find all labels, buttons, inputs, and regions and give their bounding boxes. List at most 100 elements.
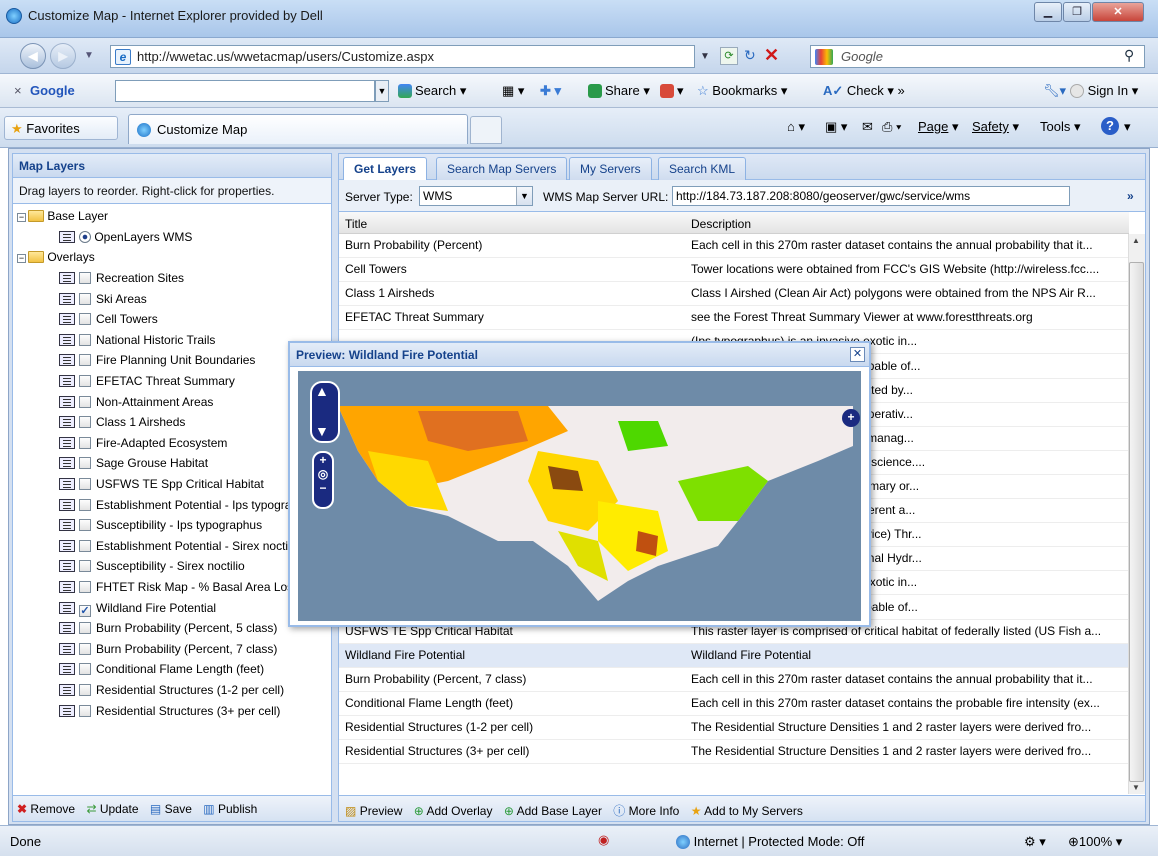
table-row[interactable]: Residential Structures (3+ per cell) The …: [339, 740, 1129, 765]
overlay-item[interactable]: Ski Areas: [59, 289, 147, 309]
remove-button[interactable]: ✖ Remove: [17, 802, 75, 816]
print-icon[interactable]: ⎙ ▾: [882, 119, 901, 135]
back-button[interactable]: ◀: [20, 43, 46, 69]
check-button[interactable]: A✓ Check ▾ »: [823, 83, 905, 99]
base-layer-radio[interactable]: [79, 231, 91, 243]
overlay-item[interactable]: Fire Planning Unit Boundaries: [59, 350, 255, 370]
overlay-item[interactable]: FHTET Risk Map - % Basal Area Loss: [59, 577, 299, 597]
history-dropdown-icon[interactable]: ▼: [84, 50, 94, 61]
close-toolbar-icon[interactable]: ×: [14, 83, 22, 98]
plus-icon[interactable]: ✚ ▾: [540, 83, 561, 99]
sign-in-button[interactable]: Sign In ▾: [1070, 83, 1138, 99]
bookmarks-button[interactable]: ☆ Bookmarks ▾: [697, 83, 787, 99]
tab-my-servers[interactable]: My Servers: [569, 157, 652, 180]
overlay-item[interactable]: Cell Towers: [59, 309, 158, 329]
close-icon[interactable]: ✕: [850, 347, 865, 362]
base-layer-folder[interactable]: − Base Layer: [17, 206, 108, 226]
pan-up-icon[interactable]: ▲: [315, 383, 329, 399]
compat-view-icon[interactable]: ⟳: [720, 47, 738, 65]
zoom-control[interactable]: + ◎ −: [312, 451, 334, 509]
overlay-item[interactable]: EFETAC Threat Summary: [59, 371, 235, 391]
collapse-icon[interactable]: −: [17, 254, 26, 263]
overlay-checkbox[interactable]: ✓: [79, 604, 91, 617]
table-row[interactable]: Burn Probability (Percent) Each cell in t…: [339, 234, 1129, 258]
overlay-checkbox[interactable]: [79, 457, 91, 470]
table-row[interactable]: Residential Structures (1-2 per cell) The…: [339, 716, 1129, 740]
publish-button[interactable]: ▥ Publish: [203, 802, 257, 816]
overlay-checkbox[interactable]: [79, 581, 91, 593]
add-to-my-servers-button[interactable]: ★ Add to My Servers: [691, 804, 803, 818]
server-url-input[interactable]: http://184.73.187.208:8080/geoserver/gwc…: [672, 186, 1070, 206]
overlays-folder[interactable]: − Overlays: [17, 247, 95, 267]
overlay-item[interactable]: National Historic Trails: [59, 330, 215, 350]
pan-down-icon[interactable]: ▼: [315, 423, 329, 439]
table-row[interactable]: Burn Probability (Percent, 7 class) Each …: [339, 668, 1129, 692]
overlay-item[interactable]: Sage Grouse Habitat: [59, 453, 208, 473]
scroll-down-icon[interactable]: ▼: [1132, 783, 1140, 792]
url-input[interactable]: e http://wwetac.us/wwetacmap/users/Custo…: [110, 45, 695, 68]
browser-tab[interactable]: Customize Map: [128, 114, 468, 144]
column-description[interactable]: Description: [691, 217, 751, 231]
overlay-checkbox[interactable]: [79, 436, 91, 449]
safety-menu[interactable]: Safety ▾: [972, 119, 1019, 135]
add-base-layer-button[interactable]: ⊕ Add Base Layer: [504, 804, 602, 818]
overlay-checkbox[interactable]: [79, 375, 91, 387]
tab-search-kml[interactable]: Search KML: [658, 157, 747, 180]
more-options-icon[interactable]: »: [1127, 189, 1134, 203]
search-icon[interactable]: ⚲: [1124, 47, 1134, 64]
overlay-item[interactable]: Establishment Potential - Sirex noctilio: [59, 536, 300, 556]
overlay-checkbox[interactable]: [79, 684, 91, 696]
overlay-item[interactable]: Conditional Flame Length (feet): [59, 659, 264, 679]
zoom-button[interactable]: ⊕100% ▾: [1068, 834, 1122, 850]
tab-get-layers[interactable]: Get Layers: [343, 157, 428, 181]
tab-search-map-servers[interactable]: Search Map Servers: [436, 157, 568, 180]
minimize-button[interactable]: ▁: [1034, 2, 1062, 22]
help-dropdown-icon[interactable]: ▾: [1124, 119, 1131, 135]
stop-icon[interactable]: ✕: [764, 45, 779, 66]
save-button[interactable]: ▤ Save: [150, 802, 192, 816]
preview-map[interactable]: ▲ ▼ + ◎ − +: [298, 371, 861, 621]
google-search-button[interactable]: Search ▾: [398, 83, 466, 99]
maximize-button[interactable]: ❐: [1063, 2, 1091, 22]
feeds-icon[interactable]: ▣ ▾: [825, 119, 847, 135]
wrench-icon[interactable]: 🔧︎▾: [1043, 83, 1066, 99]
zone-indicator[interactable]: Internet | Protected Mode: Off: [676, 834, 864, 849]
overlay-item[interactable]: ✓ Wildland Fire Potential: [59, 598, 216, 618]
overlay-checkbox[interactable]: [79, 622, 91, 635]
preview-window[interactable]: Preview: Wildland Fire Potential ✕ ▲ ▼ +…: [288, 341, 871, 627]
overlay-checkbox[interactable]: [79, 539, 91, 552]
update-button[interactable]: ⇄ Update: [86, 802, 138, 816]
overlay-checkbox[interactable]: [79, 519, 91, 532]
overlay-item[interactable]: USFWS TE Spp Critical Habitat: [59, 474, 264, 494]
new-tab-button[interactable]: [470, 116, 502, 144]
overlay-item[interactable]: Burn Probability (Percent, 5 class): [59, 618, 277, 638]
favorites-button[interactable]: ★ Favorites: [4, 116, 118, 140]
google-search-input[interactable]: [115, 80, 375, 102]
search-box[interactable]: Google: [810, 45, 1145, 68]
mail-icon[interactable]: ✉: [862, 119, 873, 135]
table-row[interactable]: Wildland Fire Potential Wildland Fire Pot…: [339, 643, 1129, 668]
overlay-checkbox[interactable]: [79, 663, 91, 676]
collapse-icon[interactable]: −: [17, 213, 26, 222]
column-title[interactable]: Title: [345, 217, 367, 231]
table-row[interactable]: Conditional Flame Length (feet) Each cell…: [339, 692, 1129, 716]
add-overlay-button[interactable]: ⊕ Add Overlay: [414, 804, 493, 818]
google-search-dropdown-icon[interactable]: ▼: [375, 80, 389, 102]
refresh-icon[interactable]: ↻: [744, 47, 756, 64]
overlay-checkbox[interactable]: [79, 498, 91, 511]
overlay-checkbox[interactable]: [79, 313, 91, 326]
overlay-item[interactable]: Residential Structures (3+ per cell): [59, 701, 280, 721]
table-row[interactable]: EFETAC Threat Summary see the Forest Thre…: [339, 306, 1129, 331]
close-window-button[interactable]: ✕: [1092, 2, 1144, 22]
overlay-item[interactable]: Susceptibility - Ips typographus: [59, 515, 262, 535]
overlay-item[interactable]: Recreation Sites: [59, 268, 184, 288]
grid-scroll-thumb[interactable]: [1129, 262, 1144, 782]
overlay-item[interactable]: Susceptibility - Sirex noctilio: [59, 556, 245, 576]
overlay-checkbox[interactable]: [79, 478, 91, 490]
overlay-checkbox[interactable]: [79, 272, 91, 284]
base-layer-item[interactable]: OpenLayers WMS: [59, 227, 192, 247]
overlay-item[interactable]: Establishment Potential - Ips typographu…: [59, 495, 317, 515]
home-icon[interactable]: ⌂ ▾: [787, 119, 805, 135]
layer-switcher-icon[interactable]: +: [842, 409, 860, 427]
overlay-checkbox[interactable]: [79, 333, 91, 346]
